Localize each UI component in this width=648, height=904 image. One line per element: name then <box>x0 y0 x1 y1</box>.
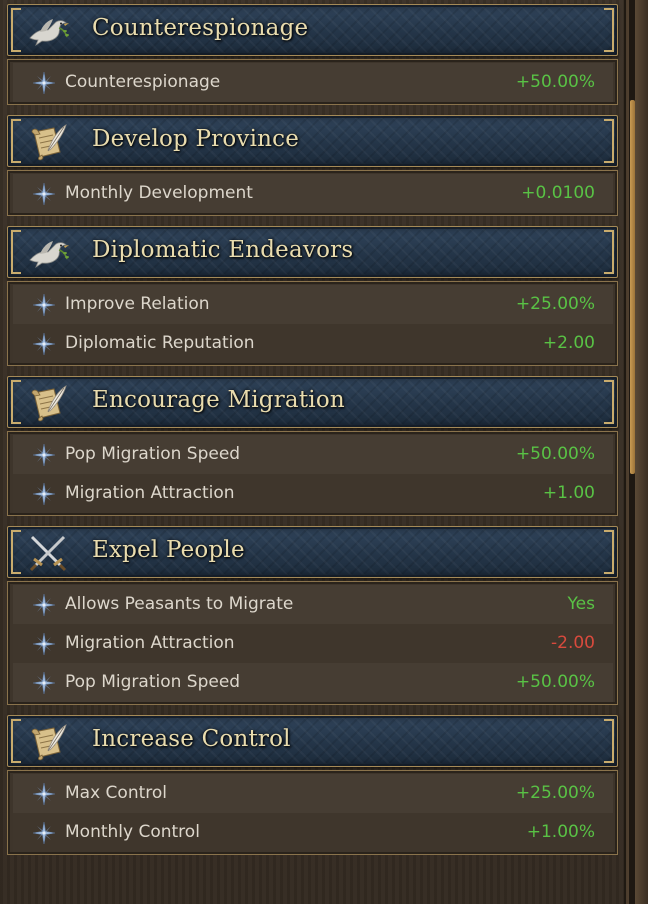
compass-star-icon <box>32 821 56 845</box>
modifier-value: +1.00% <box>526 822 595 842</box>
modifier-value: +0.0100 <box>521 183 595 203</box>
modifier-value: +2.00 <box>542 333 595 353</box>
compass-star-icon <box>32 671 56 695</box>
section-header[interactable]: Increase Control <box>7 715 618 767</box>
compass-star-icon <box>32 443 56 467</box>
modifier-table: Counterespionage +50.00% <box>7 59 618 105</box>
modifier-value: +50.00% <box>515 444 595 464</box>
modifier-label: Pop Migration Speed <box>65 444 241 464</box>
section-title: Increase Control <box>92 726 291 752</box>
section-header[interactable]: Diplomatic Endeavors <box>7 226 618 278</box>
section-header[interactable]: Expel People <box>7 526 618 578</box>
modifier-row[interactable]: Monthly Control +1.00% <box>13 813 613 852</box>
modifier-label: Max Control <box>65 783 167 803</box>
modifier-table: Allows Peasants to Migrate Yes Migration A… <box>7 581 618 705</box>
compass-star-icon <box>32 71 56 95</box>
section-title: Counterespionage <box>92 15 309 41</box>
compass-star-icon <box>32 293 56 317</box>
section-header[interactable]: Develop Province <box>7 115 618 167</box>
modifier-row[interactable]: Monthly Development +0.0100 <box>13 174 613 213</box>
section-header[interactable]: Encourage Migration <box>7 376 618 428</box>
modifier-label: Improve Relation <box>65 294 210 314</box>
modifier-row[interactable]: Improve Relation +25.00% <box>13 285 613 324</box>
modifier-label: Pop Migration Speed <box>65 672 241 692</box>
modifier-row[interactable]: Pop Migration Speed +50.00% <box>13 663 613 702</box>
modifier-row[interactable]: Migration Attraction +1.00 <box>13 474 613 513</box>
compass-star-icon <box>32 332 56 356</box>
modifier-list: Counterespionage Counterespionage +50.00% D… <box>7 0 620 904</box>
window-frame: Counterespionage Counterespionage +50.00% D… <box>0 0 648 904</box>
modifier-value: -2.00 <box>551 633 595 653</box>
modifier-value: +50.00% <box>515 672 595 692</box>
section-title: Develop Province <box>92 126 300 152</box>
modifier-table: Improve Relation +25.00% Diplomatic Reputa… <box>7 281 618 366</box>
modifier-label: Allows Peasants to Migrate <box>65 594 294 614</box>
modifier-row[interactable]: Diplomatic Reputation +2.00 <box>13 324 613 363</box>
modifier-label: Migration Attraction <box>65 633 235 653</box>
modifier-value: +50.00% <box>515 72 595 92</box>
modifier-row[interactable]: Migration Attraction -2.00 <box>13 624 613 663</box>
scroll-quill-icon <box>26 722 70 762</box>
compass-star-icon <box>32 782 56 806</box>
modifier-label: Monthly Development <box>65 183 253 203</box>
scroll-quill-icon <box>26 383 70 423</box>
modifier-value: +25.00% <box>515 294 595 314</box>
modifier-row[interactable]: Allows Peasants to Migrate Yes <box>13 585 613 624</box>
modifier-table: Max Control +25.00% Monthly Control +1.00% <box>7 770 618 855</box>
modifier-value: +1.00 <box>542 483 595 503</box>
modifier-table: Pop Migration Speed +50.00% Migration Attr… <box>7 431 618 516</box>
compass-star-icon <box>32 182 56 206</box>
section-header[interactable]: Counterespionage <box>7 4 618 56</box>
section-title: Expel People <box>92 537 245 563</box>
scrollbar[interactable] <box>624 0 648 904</box>
compass-star-icon <box>32 593 56 617</box>
modifier-label: Migration Attraction <box>65 483 235 503</box>
modifier-value: +25.00% <box>515 783 595 803</box>
scroll-quill-icon <box>26 122 70 162</box>
compass-star-icon <box>32 632 56 656</box>
modifier-label: Monthly Control <box>65 822 200 842</box>
modifier-value: Yes <box>567 594 595 614</box>
dove-icon <box>26 11 70 51</box>
modifier-label: Diplomatic Reputation <box>65 333 255 353</box>
crossed-swords-icon <box>26 533 70 573</box>
scroll-thumb[interactable] <box>630 100 635 474</box>
section-title: Encourage Migration <box>92 387 345 413</box>
section-title: Diplomatic Endeavors <box>92 237 354 263</box>
compass-star-icon <box>32 482 56 506</box>
modifier-row[interactable]: Max Control +25.00% <box>13 774 613 813</box>
modifier-row[interactable]: Counterespionage +50.00% <box>13 63 613 102</box>
modifier-row[interactable]: Pop Migration Speed +50.00% <box>13 435 613 474</box>
dove-icon <box>26 233 70 273</box>
modifier-table: Monthly Development +0.0100 <box>7 170 618 216</box>
modifier-label: Counterespionage <box>65 72 221 92</box>
